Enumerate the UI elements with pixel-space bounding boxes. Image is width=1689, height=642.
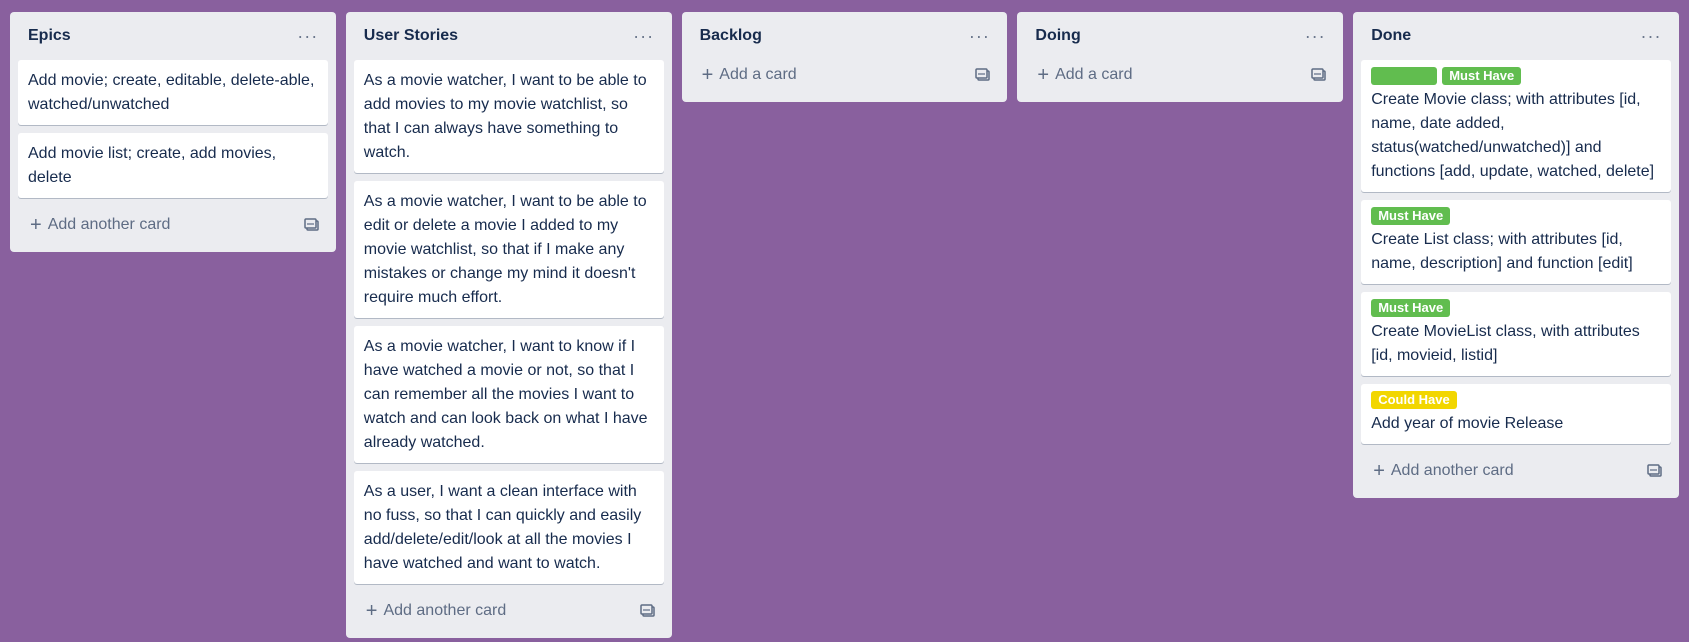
card-text: Add year of movie Release [1371, 415, 1564, 432]
card-text: As a user, I want a clean interface with… [363, 483, 642, 572]
card-text: As a movie watcher, I want to be able to… [363, 72, 647, 161]
card[interactable]: Must Have Create MovieList class, with a… [1361, 292, 1671, 376]
card-label-could-have[interactable]: Could Have [1371, 391, 1457, 409]
add-card-label: Add another card [47, 216, 171, 233]
card[interactable]: Add movie; create, editable, delete-able… [18, 60, 328, 125]
add-card-label: Add another card [1390, 462, 1514, 479]
card-text: Add movie; create, editable, delete-able… [28, 72, 315, 113]
list-header[interactable]: Done ··· [1361, 12, 1671, 60]
card-text: As a movie watcher, I want to be able to… [363, 193, 647, 306]
card-text: Create List class; with attributes [id, … [1371, 231, 1633, 272]
card[interactable]: Could Have Add year of movie Release [1361, 384, 1671, 444]
list-title[interactable]: Epics [28, 27, 71, 45]
plus-icon: + [701, 64, 714, 86]
add-card-button[interactable]: + Add a card [1025, 56, 1335, 94]
add-card-label: Add a card [719, 66, 797, 83]
card-text: Add movie list; create, add movies, dele… [28, 145, 277, 186]
board: Epics ··· Add movie; create, editable, d… [10, 12, 1689, 642]
card-template-icon[interactable] [639, 603, 656, 619]
list-title[interactable]: User Stories [364, 27, 458, 45]
card-text: As a movie watcher, I want to know if I … [363, 338, 648, 451]
card-label-must-have[interactable]: Must Have [1371, 299, 1451, 317]
list-header[interactable]: Doing ··· [1025, 12, 1335, 60]
card[interactable]: As a user, I want a clean interface with… [353, 471, 664, 584]
add-card-button[interactable]: + Add a card [690, 56, 1000, 94]
add-card-button[interactable]: + Add another card [1361, 452, 1671, 490]
card-label-green[interactable] [1371, 67, 1438, 85]
card-label-must-have[interactable]: Must Have [1371, 207, 1451, 225]
card-template-icon[interactable] [975, 67, 991, 83]
list-title[interactable]: Doing [1035, 27, 1080, 45]
plus-icon: + [365, 600, 378, 622]
card[interactable]: Must Have Create List class; with attrib… [1361, 200, 1671, 284]
more-horizontal-icon[interactable]: ··· [1301, 22, 1329, 50]
card-text: Create MovieList class, with attributes … [1371, 323, 1640, 364]
add-card-button[interactable]: + Add another card [354, 592, 664, 630]
card-template-icon[interactable] [1647, 463, 1663, 479]
card-labels: Must Have [1371, 299, 1661, 317]
list-user-stories: User Stories ··· As a movie watcher, I w… [345, 12, 672, 638]
plus-icon: + [1037, 64, 1050, 86]
card-text: Create Movie class; with attributes [id,… [1371, 91, 1655, 180]
plus-icon: + [30, 214, 42, 236]
list-doing: Doing ··· + Add a card [1017, 12, 1344, 102]
list-epics: Epics ··· Add movie; create, editable, d… [10, 12, 336, 252]
add-card-button[interactable]: + Add another card [18, 206, 328, 244]
card-label-must-have[interactable]: Must Have [1442, 67, 1522, 85]
more-horizontal-icon[interactable]: ··· [965, 22, 993, 50]
add-card-label: Add another card [383, 602, 507, 619]
card[interactable]: Add movie list; create, add movies, dele… [18, 133, 328, 198]
list-backlog: Backlog ··· + Add a card [681, 12, 1008, 102]
card[interactable]: Must Have Create Movie class; with attri… [1361, 60, 1671, 192]
more-horizontal-icon[interactable]: ··· [1637, 22, 1665, 50]
card-labels: Must Have [1371, 207, 1661, 225]
add-card-label: Add a card [1055, 66, 1133, 83]
list-header[interactable]: Epics ··· [18, 12, 328, 60]
card-template-icon[interactable] [304, 217, 320, 233]
card[interactable]: As a movie watcher, I want to know if I … [353, 326, 664, 463]
card[interactable]: As a movie watcher, I want to be able to… [353, 181, 664, 318]
card-labels: Could Have [1371, 391, 1661, 409]
list-title[interactable]: Done [1371, 27, 1411, 45]
list-title[interactable]: Backlog [700, 27, 762, 45]
card[interactable]: As a movie watcher, I want to be able to… [353, 60, 664, 173]
card-labels: Must Have [1371, 67, 1661, 85]
list-header[interactable]: User Stories ··· [354, 12, 664, 60]
list-header[interactable]: Backlog ··· [690, 12, 1000, 60]
more-horizontal-icon[interactable]: ··· [630, 22, 658, 50]
card-template-icon[interactable] [1311, 67, 1327, 83]
more-horizontal-icon[interactable]: ··· [294, 22, 322, 50]
list-done: Done ··· Must Have Create Movie class; w… [1353, 12, 1679, 498]
plus-icon: + [1373, 460, 1385, 482]
